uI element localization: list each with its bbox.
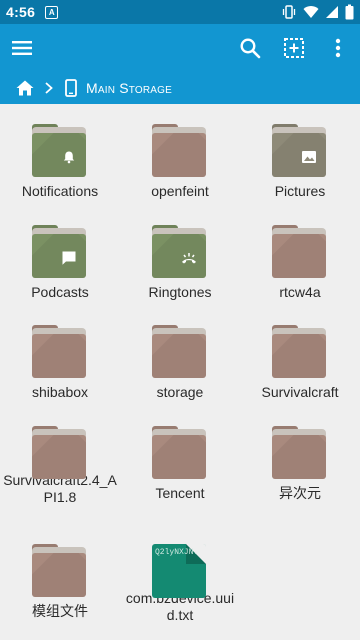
item-label: 异次元 bbox=[279, 485, 321, 501]
search-icon bbox=[240, 38, 261, 59]
breadcrumb-home[interactable] bbox=[15, 78, 35, 98]
search-button[interactable] bbox=[228, 24, 272, 72]
item-label: 模组文件 bbox=[32, 603, 88, 619]
folder-item-9[interactable]: Survivalcraft2.4_API1.8 bbox=[0, 406, 120, 506]
menu-button[interactable] bbox=[0, 24, 44, 72]
folder-item-10[interactable]: Tencent bbox=[120, 406, 240, 506]
item-label: shibabox bbox=[31, 384, 89, 400]
text-file-icon: Q2lyNXJN. bbox=[152, 544, 208, 598]
folder-item-3[interactable]: Podcasts bbox=[0, 205, 120, 305]
app-bar bbox=[0, 24, 360, 72]
item-label: Ringtones bbox=[148, 284, 212, 300]
item-label: Tencent bbox=[155, 485, 205, 501]
breadcrumb-location[interactable]: Main Storage bbox=[86, 80, 172, 96]
wifi-icon bbox=[303, 6, 319, 18]
folder-item-1[interactable]: openfeint bbox=[120, 104, 240, 204]
folder-item-6[interactable]: shibabox bbox=[0, 305, 120, 405]
file-item-13[interactable]: Q2lyNXJN. com.bzdevice.uuid.txt bbox=[120, 524, 240, 624]
folder-icon bbox=[152, 325, 208, 381]
bell-icon bbox=[60, 148, 78, 166]
folder-icon bbox=[272, 124, 328, 180]
folder-item-7[interactable]: storage bbox=[120, 305, 240, 405]
select-all-icon bbox=[284, 38, 304, 58]
ringtone-icon bbox=[180, 249, 198, 267]
folder-item-8[interactable]: Survivalcraft bbox=[240, 305, 360, 405]
breadcrumb: Main Storage bbox=[0, 72, 360, 104]
folder-item-2[interactable]: Pictures bbox=[240, 104, 360, 204]
item-label: rtcw4a bbox=[279, 284, 321, 300]
select-all-button[interactable] bbox=[272, 24, 316, 72]
item-label: Pictures bbox=[274, 183, 326, 199]
folder-icon bbox=[152, 124, 208, 180]
folder-icon bbox=[32, 325, 88, 381]
file-preview-text: Q2lyNXJN. bbox=[155, 548, 199, 557]
item-label: Notifications bbox=[21, 183, 99, 199]
folder-icon bbox=[32, 544, 88, 600]
vibrate-icon bbox=[282, 5, 296, 19]
item-label: Podcasts bbox=[31, 284, 89, 300]
image-icon bbox=[300, 148, 318, 166]
notification-a-icon: A bbox=[45, 5, 59, 19]
phone-icon bbox=[65, 79, 77, 97]
chevron-right-icon bbox=[45, 82, 53, 94]
folder-icon bbox=[32, 124, 88, 180]
folder-icon bbox=[152, 225, 208, 281]
chat-icon bbox=[60, 249, 78, 267]
home-icon bbox=[16, 80, 34, 96]
overflow-menu-button[interactable] bbox=[316, 24, 360, 72]
signal-icon bbox=[326, 6, 338, 18]
file-grid: Notifications openfeint Pictures Podcasts Ri… bbox=[0, 104, 360, 640]
folder-item-4[interactable]: Ringtones bbox=[120, 205, 240, 305]
menu-icon bbox=[12, 41, 32, 55]
folder-icon bbox=[272, 225, 328, 281]
folder-icon bbox=[272, 426, 328, 482]
status-bar: 4:56 A bbox=[0, 0, 360, 24]
folder-icon bbox=[32, 426, 88, 479]
item-label: storage bbox=[156, 384, 204, 400]
overflow-menu-icon bbox=[335, 38, 341, 58]
item-label: openfeint bbox=[151, 183, 209, 199]
item-label: Survivalcraft bbox=[261, 384, 339, 400]
status-time: 4:56 bbox=[6, 4, 36, 20]
folder-item-11[interactable]: 异次元 bbox=[240, 406, 360, 506]
folder-icon bbox=[272, 325, 328, 381]
folder-icon bbox=[32, 225, 88, 281]
folder-item-0[interactable]: Notifications bbox=[0, 104, 120, 204]
folder-icon bbox=[152, 426, 208, 482]
folder-item-5[interactable]: rtcw4a bbox=[240, 205, 360, 305]
folder-item-12[interactable]: 模组文件 bbox=[0, 524, 120, 624]
battery-icon bbox=[345, 4, 354, 20]
